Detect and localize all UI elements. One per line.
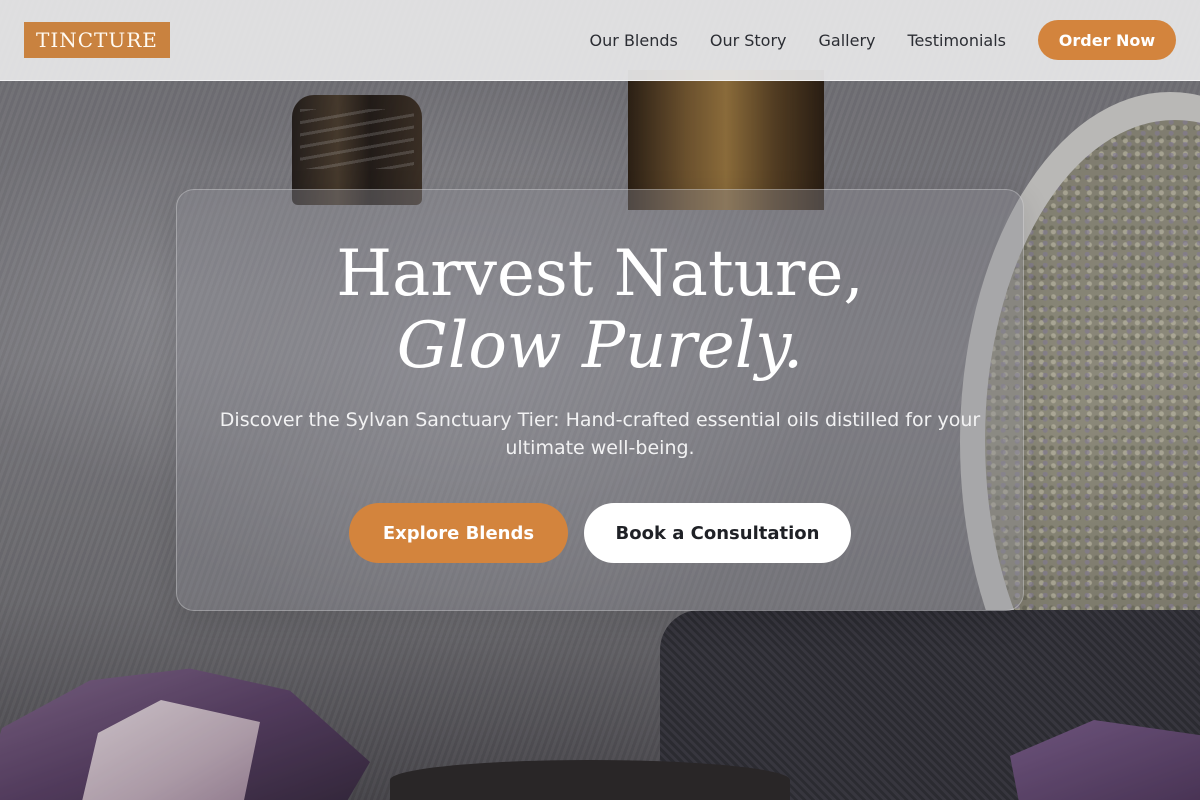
hero-card: Harvest Nature, Glow Purely. Discover th… — [176, 189, 1024, 611]
nav-link-gallery[interactable]: Gallery — [819, 31, 876, 50]
nav-link-our-blends[interactable]: Our Blends — [590, 31, 678, 50]
hero-actions: Explore Blends Book a Consultation — [177, 503, 1023, 563]
hero-title-line1: Harvest Nature, — [336, 237, 864, 311]
explore-blends-button[interactable]: Explore Blends — [349, 503, 568, 563]
book-consultation-button[interactable]: Book a Consultation — [584, 503, 851, 563]
order-now-button[interactable]: Order Now — [1038, 20, 1176, 60]
nav-link-testimonials[interactable]: Testimonials — [908, 31, 1007, 50]
hero-title-line2: Glow Purely. — [396, 309, 804, 383]
hero-subtitle: Discover the Sylvan Sanctuary Tier: Hand… — [219, 409, 981, 459]
hero-title: Harvest Nature, Glow Purely. — [177, 238, 1023, 382]
nav-link-our-story[interactable]: Our Story — [710, 31, 787, 50]
logo[interactable]: TINCTURE — [24, 22, 170, 58]
main-nav: Our Blends Our Story Gallery Testimonial… — [590, 20, 1176, 60]
site-header: TINCTURE Our Blends Our Story Gallery Te… — [0, 0, 1200, 81]
